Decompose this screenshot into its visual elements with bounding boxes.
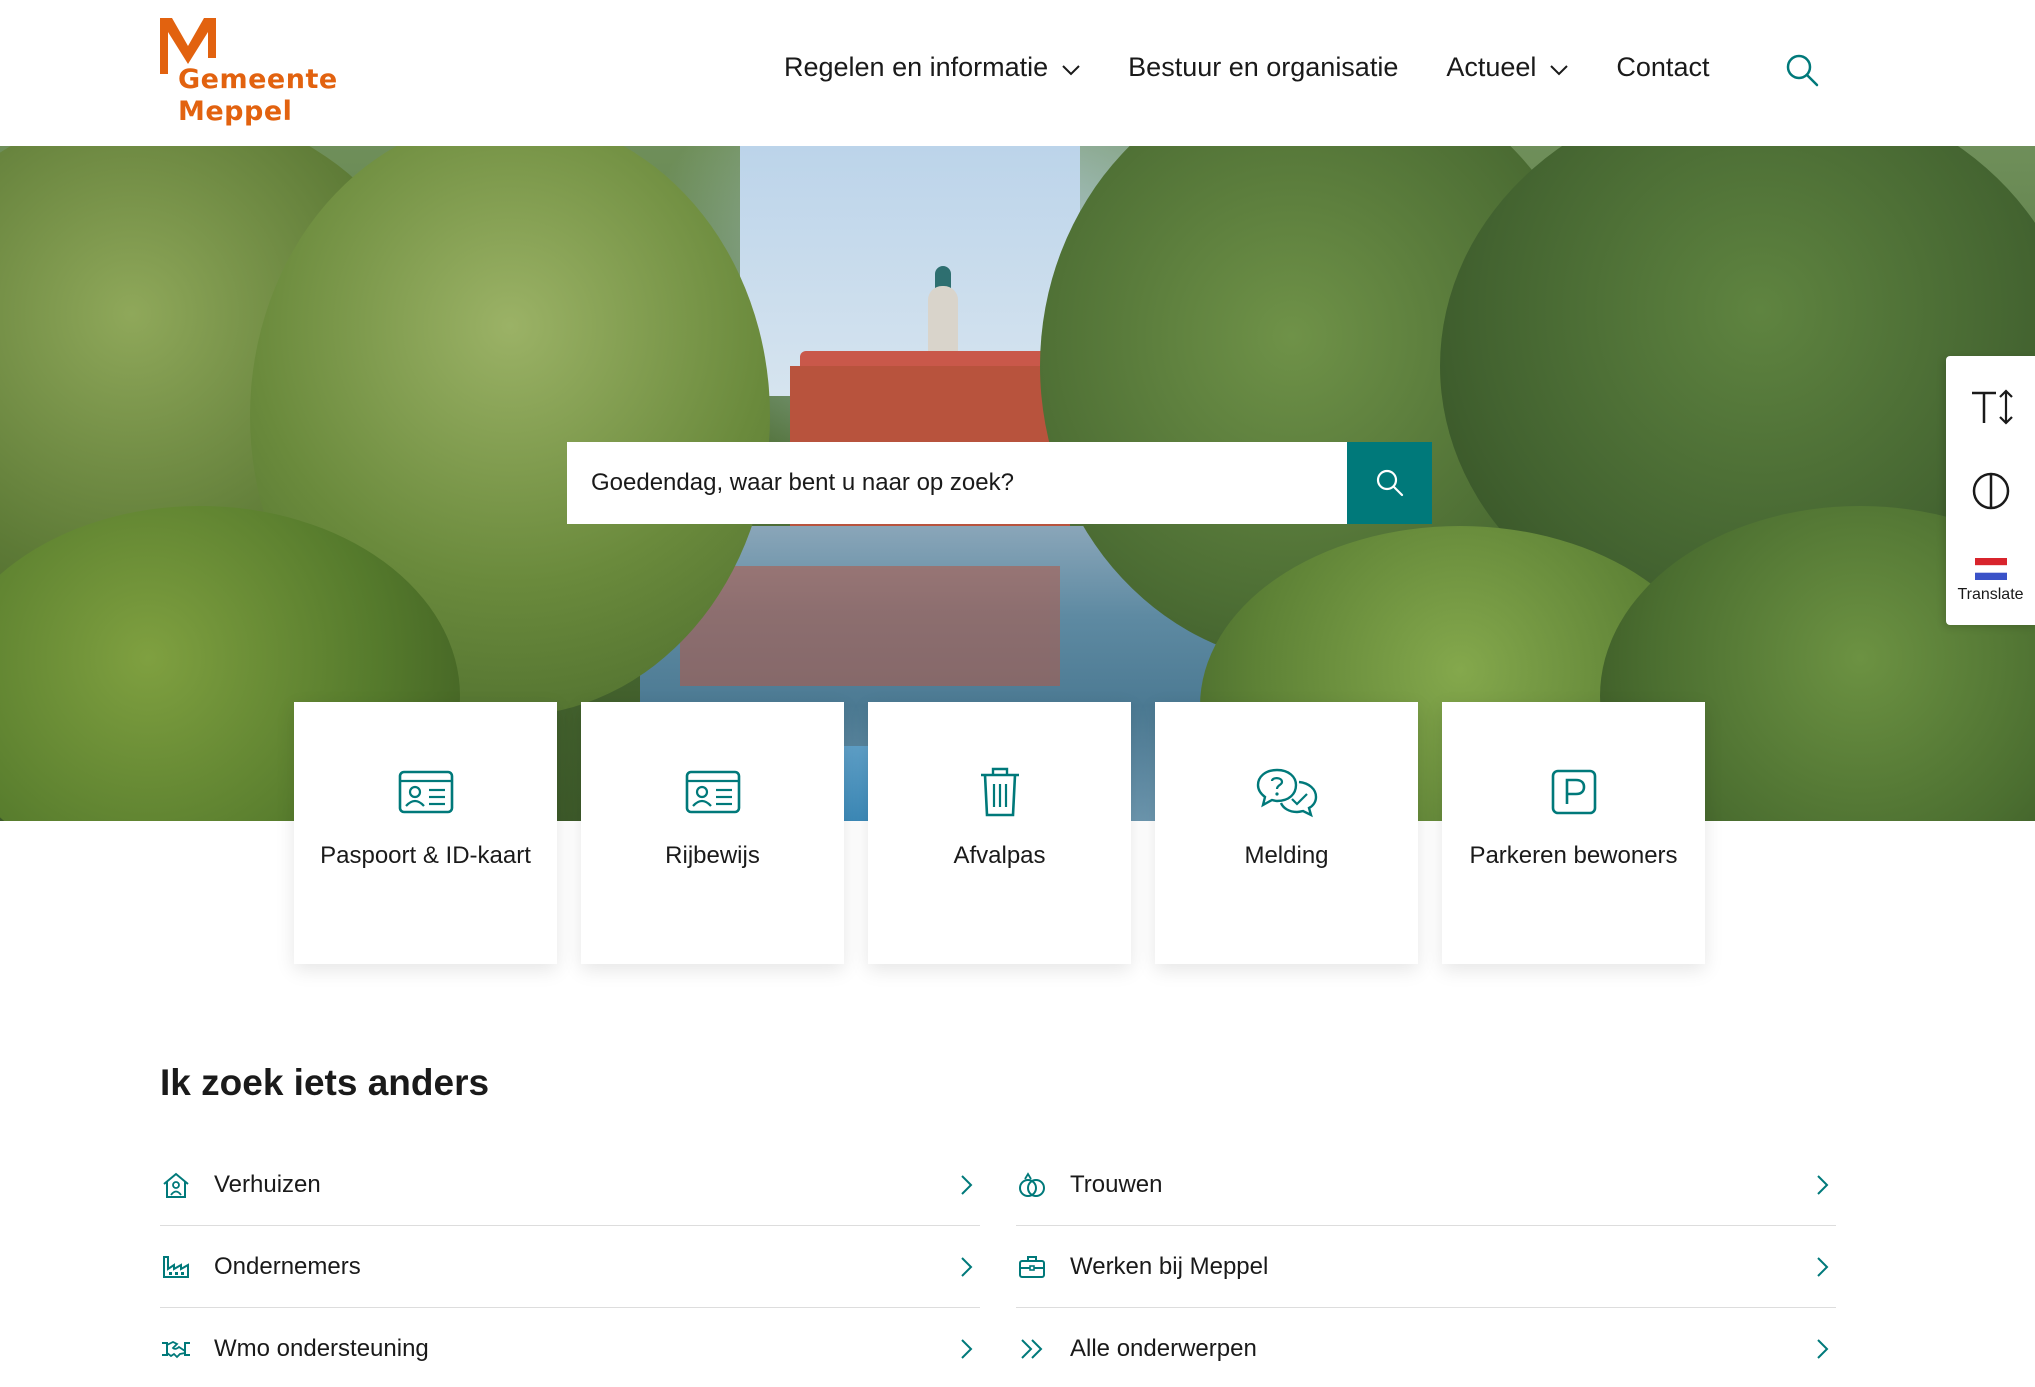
link-wmo-ondersteuning[interactable]: Wmo ondersteuning — [160, 1308, 980, 1387]
chevron-right-icon — [961, 1175, 973, 1195]
nav-item-label: Bestuur en organisatie — [1128, 52, 1399, 82]
section-title: Ik zoek iets anders — [160, 1062, 490, 1103]
rings-icon — [1019, 1171, 1045, 1197]
double-chevron-icon — [1021, 1339, 1043, 1359]
link-alle-onderwerpen[interactable]: Alle onderwerpen — [1016, 1308, 1836, 1387]
logo-text-gemeente: Gemeente — [178, 64, 338, 95]
nav-item-label: Actueel — [1446, 52, 1537, 82]
gemeente-meppel-logo[interactable]: Gemeente Meppel — [158, 16, 338, 128]
chevron-down-icon — [1062, 64, 1080, 75]
search-submit-button[interactable] — [1347, 442, 1432, 524]
tile-paspoort-id-kaart[interactable]: Paspoort & ID-kaart — [294, 702, 557, 964]
search-icon — [1786, 54, 1819, 87]
accessibility-toolbar: Translate — [1946, 356, 2035, 625]
id-card-icon — [685, 770, 740, 814]
link-verhuizen[interactable]: Verhuizen — [160, 1144, 980, 1226]
chevron-right-icon — [961, 1257, 973, 1277]
nav-actueel[interactable]: Actueel — [1446, 52, 1569, 83]
text-size-icon — [1971, 389, 2013, 425]
nav-bestuur-en-organisatie[interactable]: Bestuur en organisatie — [1128, 52, 1398, 83]
site-header: Gemeente Meppel Regelen en informatie Be… — [0, 0, 2035, 146]
link-label: Alle onderwerpen — [1070, 1335, 1257, 1362]
hero-reflection — [680, 566, 1060, 686]
quick-links-tiles: Paspoort & ID-kaart Rijbewijs Afvalpas M… — [294, 702, 1705, 964]
house-person-icon — [163, 1172, 189, 1198]
link-label: Verhuizen — [214, 1170, 321, 1198]
nav-contact[interactable]: Contact — [1616, 52, 1709, 83]
nav-item-label: Regelen en informatie — [784, 52, 1049, 82]
translate-label: Translate — [1957, 586, 2024, 603]
tile-afvalpas[interactable]: Afvalpas — [868, 702, 1131, 964]
chat-question-icon — [1256, 768, 1317, 818]
link-label: Wmo ondersteuning — [214, 1335, 429, 1362]
translate-button[interactable]: Translate — [1946, 546, 2035, 616]
contrast-toggle-button[interactable] — [1946, 456, 2035, 526]
handshake-icon — [162, 1340, 190, 1359]
link-ondernemers[interactable]: Ondernemers — [160, 1226, 980, 1308]
link-trouwen[interactable]: Trouwen — [1016, 1144, 1836, 1226]
briefcase-icon — [1019, 1255, 1045, 1278]
id-card-icon — [398, 770, 453, 814]
link-label: Werken bij Meppel — [1070, 1252, 1269, 1280]
main-navigation: Regelen en informatie Bestuur en organis… — [784, 52, 1709, 83]
search-icon — [1376, 469, 1403, 497]
trash-bin-icon — [980, 767, 1019, 817]
nav-item-label: Contact — [1616, 52, 1710, 82]
tile-parkeren-bewoners[interactable]: Parkeren bewoners — [1442, 702, 1705, 964]
tile-label: Paspoort & ID-kaart — [320, 842, 531, 869]
nav-regelen-en-informatie[interactable]: Regelen en informatie — [784, 52, 1080, 83]
factory-icon — [163, 1255, 189, 1278]
chevron-right-icon — [1817, 1257, 1829, 1277]
chevron-right-icon — [961, 1339, 973, 1359]
chevron-right-icon — [1817, 1339, 1829, 1359]
link-label: Ondernemers — [214, 1252, 361, 1280]
contrast-icon — [1972, 472, 2009, 510]
header-search-button[interactable] — [1784, 52, 1820, 93]
parking-icon — [1551, 769, 1596, 815]
site-search-field[interactable] — [567, 442, 1347, 524]
dutch-flag-icon — [1974, 558, 2007, 580]
text-size-button[interactable] — [1946, 372, 2035, 442]
tile-label: Rijbewijs — [665, 842, 760, 869]
tile-label: Parkeren bewoners — [1469, 842, 1678, 869]
tile-label: Afvalpas — [953, 842, 1046, 869]
chevron-right-icon — [1817, 1175, 1829, 1195]
chevron-down-icon — [1550, 64, 1569, 75]
tile-melding[interactable]: Melding — [1155, 702, 1418, 964]
search-input[interactable] — [591, 469, 1347, 497]
link-werken-bij-meppel[interactable]: Werken bij Meppel — [1016, 1226, 1836, 1308]
link-label: Trouwen — [1070, 1170, 1163, 1198]
tile-label: Melding — [1244, 842, 1329, 869]
logo-text-meppel: Meppel — [178, 96, 293, 127]
tile-rijbewijs[interactable]: Rijbewijs — [581, 702, 844, 964]
